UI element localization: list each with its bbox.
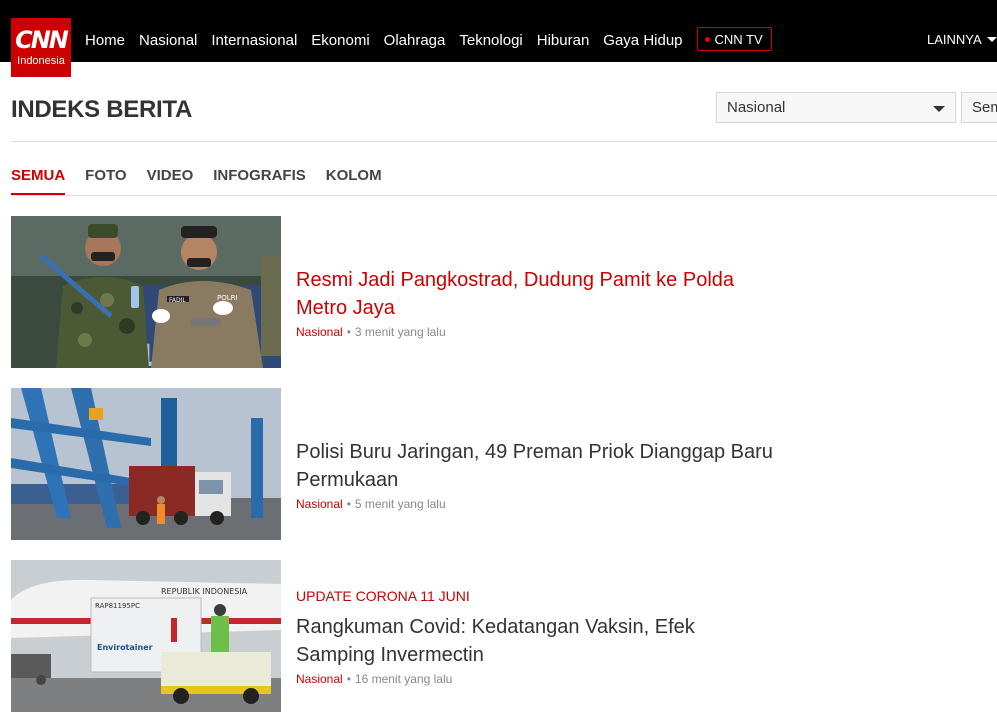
meta-separator: • [346,672,351,686]
article-body: UPDATE CORONA 11 JUNI Rangkuman Covid: K… [296,588,776,687]
nameplate-text: FADIL [169,297,186,304]
article-category[interactable]: Nasional [296,497,343,511]
divider [11,141,997,142]
nav-olahraga[interactable]: Olahraga [384,32,446,50]
article-body: Resmi Jadi Pangkostrad, Dudung Pamit ke … [296,266,776,340]
article-thumbnail[interactable] [11,388,281,540]
meta-separator: • [346,497,351,511]
article-time: 5 menit yang lalu [354,497,446,511]
nav-hiburan[interactable]: Hiburan [537,32,590,50]
article-item[interactable]: LDA FADIL POLRI Resmi Jadi Pangkostrad, [11,216,791,368]
content-type-tabs: SEMUA FOTO VIDEO INFOGRAFIS KOLOM [11,167,402,195]
nav-teknologi[interactable]: Teknologi [459,32,522,50]
container-brand-text: Envirotainer [97,643,153,652]
logo-text: CNN [15,26,69,54]
article-meta: Nasional • 3 menit yang lalu [296,324,776,340]
police-label-text: POLRI [217,294,238,302]
second-select[interactable]: Sem [961,92,997,123]
article-category[interactable]: Nasional [296,325,343,339]
nav-gaya-hidup[interactable]: Gaya Hidup [603,32,682,50]
article-title[interactable]: Polisi Buru Jaringan, 49 Preman Priok Di… [296,438,776,494]
article-title[interactable]: Resmi Jadi Pangkostrad, Dudung Pamit ke … [296,266,776,322]
article-kicker[interactable]: UPDATE CORONA 11 JUNI [296,588,776,605]
tab-infografis[interactable]: INFOGRAFIS [213,167,306,195]
chevron-down-icon [933,106,945,112]
nav-internasional[interactable]: Internasional [211,32,297,50]
divider [11,195,997,196]
logo-subtext: Indonesia [17,55,65,67]
article-meta: Nasional • 16 menit yang lalu [296,671,776,687]
nav-home[interactable]: Home [85,32,125,50]
nav-ekonomi[interactable]: Ekonomi [311,32,369,50]
cnn-tv-label: CNN TV [714,31,763,47]
article-category[interactable]: Nasional [296,672,343,686]
tab-semua[interactable]: SEMUA [11,167,66,195]
more-menu-label: LAINNYA [927,32,982,47]
article-item[interactable]: REPUBLIK INDONESIA RAP81195PC Envirotain… [11,560,791,712]
article-thumbnail[interactable]: LDA FADIL POLRI [11,216,281,368]
article-title[interactable]: Rangkuman Covid: Kedatangan Vaksin, Efek… [296,613,776,669]
tab-kolom[interactable]: KOLOM [326,167,382,195]
main-nav: Home Nasional Internasional Ekonomi Olah… [85,27,772,51]
container-code-text: RAP81195PC [95,602,140,610]
plane-text: REPUBLIK INDONESIA [161,587,248,596]
article-time: 3 menit yang lalu [354,325,446,339]
live-dot-icon [704,36,710,42]
cnn-tv-button[interactable]: CNN TV [696,27,772,51]
chevron-down-icon [986,37,997,42]
meta-separator: • [346,325,351,339]
tab-foto[interactable]: FOTO [85,167,126,195]
article-body: Polisi Buru Jaringan, 49 Preman Priok Di… [296,438,776,512]
cnn-indonesia-logo[interactable]: CNN Indonesia [11,18,71,77]
second-select-value: Sem [972,99,997,116]
category-select[interactable]: Nasional [716,92,956,123]
nav-nasional[interactable]: Nasional [139,32,197,50]
category-select-value: Nasional [727,99,786,116]
article-meta: Nasional • 5 menit yang lalu [296,496,776,512]
page-title: INDEKS BERITA [11,96,192,123]
article-item[interactable]: Polisi Buru Jaringan, 49 Preman Priok Di… [11,388,791,540]
article-time: 16 menit yang lalu [354,672,453,686]
more-menu-button[interactable]: LAINNYA [927,32,997,47]
article-thumbnail[interactable]: REPUBLIK INDONESIA RAP81195PC Envirotain… [11,560,281,712]
tab-video[interactable]: VIDEO [147,167,194,195]
